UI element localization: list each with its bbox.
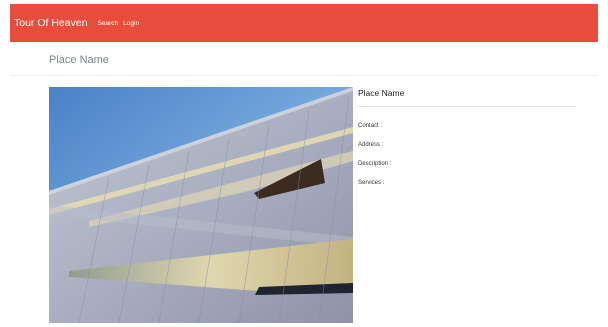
contact-label: Contact :	[358, 123, 383, 129]
place-photo	[49, 87, 353, 323]
brand-link[interactable]: Tour Of Heaven	[14, 17, 88, 29]
nav-link-search[interactable]: Search	[98, 20, 119, 27]
place-name: Place Name	[358, 88, 405, 98]
header-divider	[10, 75, 598, 76]
details-divider	[358, 106, 576, 107]
description-label: Description :	[358, 161, 392, 167]
navbar: Tour Of Heaven Search Login	[10, 4, 598, 42]
page-title: Place Name	[49, 54, 109, 66]
services-label: Services :	[358, 180, 385, 186]
address-label: Address :	[358, 142, 384, 148]
page: Tour Of Heaven Search Login Place Name P…	[0, 0, 608, 327]
nav-link-login[interactable]: Login	[123, 20, 139, 27]
place-details: Place Name Contact : Address : Descripti…	[358, 86, 576, 186]
